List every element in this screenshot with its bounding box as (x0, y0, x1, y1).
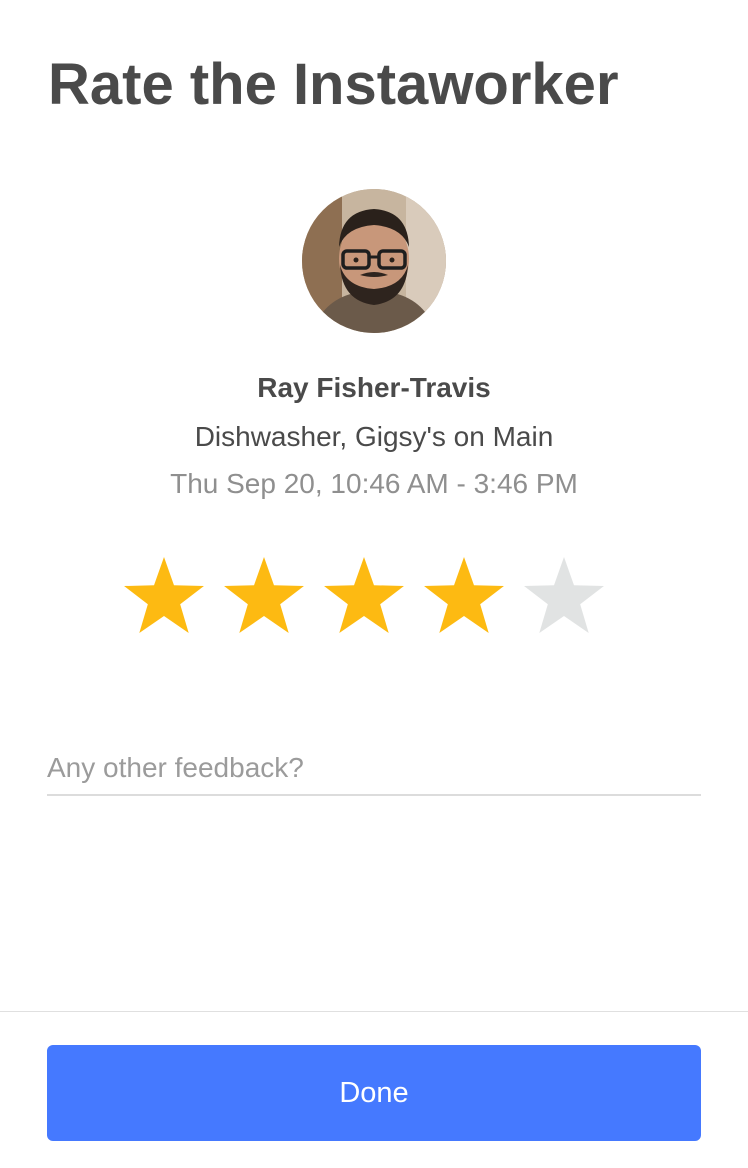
star-2-star-icon[interactable] (222, 555, 306, 639)
feedback-field[interactable] (47, 742, 701, 796)
footer-divider (0, 1011, 748, 1012)
star-5-star-icon[interactable] (522, 555, 606, 639)
worker-role: Dishwasher, Gigsy's on Main (194, 421, 554, 452)
worker-name: Ray Fisher-Travis (257, 372, 491, 403)
shift-time: Thu Sep 20, 10:46 AM - 3:46 PM (170, 468, 578, 499)
star-3-star-icon[interactable] (322, 555, 406, 639)
star-rating[interactable] (122, 555, 626, 639)
avatar (302, 189, 446, 333)
done-button[interactable]: Done (47, 1045, 701, 1141)
star-1-star-icon[interactable] (122, 555, 206, 639)
star-4-star-icon[interactable] (422, 555, 506, 639)
page-title: Rate the Instaworker (48, 52, 619, 117)
